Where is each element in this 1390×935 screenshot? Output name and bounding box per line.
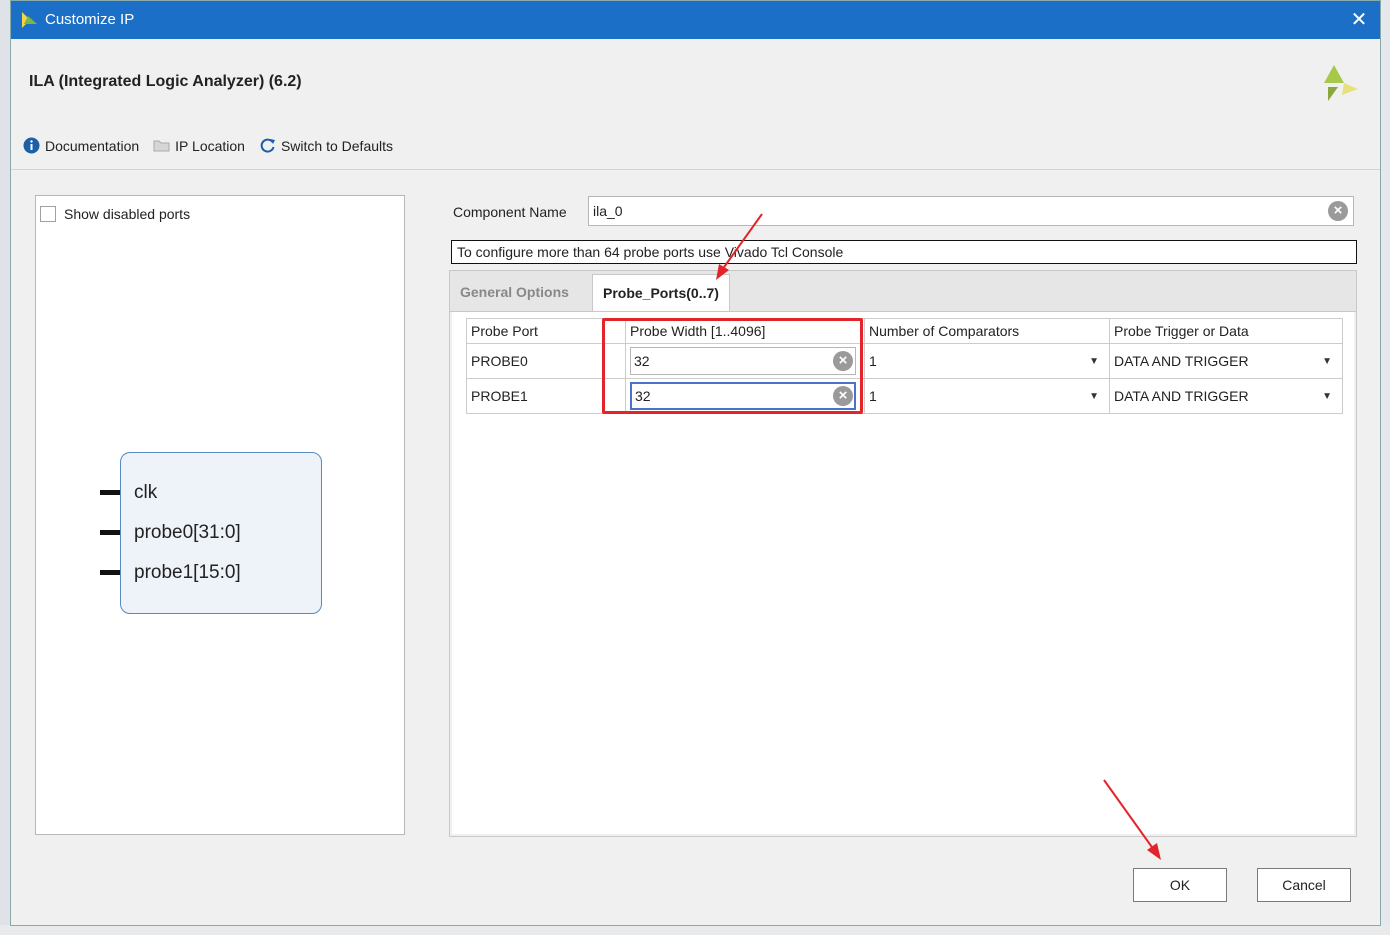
trigger-dropdown[interactable]: DATA AND TRIGGER ▼ bbox=[1114, 347, 1338, 375]
ok-button[interactable]: OK bbox=[1133, 868, 1227, 902]
column-header-probe-port: Probe Port bbox=[466, 318, 626, 344]
probe-table-area: Probe Port Probe Width [1..4096] Number … bbox=[452, 312, 1354, 834]
ip-location-label: IP Location bbox=[175, 137, 245, 154]
info-icon bbox=[23, 137, 40, 154]
comparators-cell[interactable]: 1 ▼ bbox=[864, 343, 1110, 379]
probe-port-cell: PROBE0 bbox=[466, 343, 626, 379]
xilinx-logo-icon bbox=[1324, 65, 1358, 101]
toolbar-separator bbox=[11, 169, 1380, 170]
probe-width-value: 32 bbox=[634, 353, 650, 369]
component-name-label: Component Name bbox=[453, 204, 567, 220]
toolbar: Documentation IP Location Switch to Defa… bbox=[23, 137, 393, 154]
trigger-cell[interactable]: DATA AND TRIGGER ▼ bbox=[1109, 343, 1343, 379]
column-header-comparators: Number of Comparators bbox=[864, 318, 1110, 344]
ip-title: ILA (Integrated Logic Analyzer) (6.2) bbox=[29, 73, 302, 90]
background-window-right bbox=[1380, 0, 1390, 935]
probe-port-cell: PROBE1 bbox=[466, 378, 626, 414]
title-bar: Customize IP ✕ bbox=[11, 1, 1380, 39]
probe-width-input[interactable]: 32 × bbox=[630, 382, 856, 410]
component-name-value: ila_0 bbox=[593, 203, 623, 219]
show-disabled-ports-label: Show disabled ports bbox=[64, 206, 191, 222]
background-window-left bbox=[0, 0, 10, 935]
pin-label-probe1: probe1[15:0] bbox=[134, 562, 241, 583]
trigger-value: DATA AND TRIGGER bbox=[1114, 353, 1249, 369]
window-title: Customize IP bbox=[45, 11, 135, 28]
dropdown-arrow-icon: ▼ bbox=[1322, 355, 1332, 367]
symbol-panel: Show disabled ports clk probe0[31:0] pro… bbox=[35, 195, 405, 835]
dropdown-arrow-icon: ▼ bbox=[1322, 390, 1332, 402]
clear-icon[interactable]: × bbox=[833, 386, 853, 406]
table-header-row: Probe Port Probe Width [1..4096] Number … bbox=[466, 318, 1343, 344]
show-disabled-ports-checkbox[interactable] bbox=[40, 206, 56, 222]
close-icon[interactable]: ✕ bbox=[1348, 9, 1370, 31]
probe-table: Probe Port Probe Width [1..4096] Number … bbox=[466, 318, 1343, 414]
column-header-trigger: Probe Trigger or Data bbox=[1109, 318, 1343, 344]
comparators-value: 1 bbox=[869, 353, 877, 369]
pin-label-clk: clk bbox=[134, 482, 158, 503]
tab-general-options[interactable]: General Options bbox=[450, 274, 579, 311]
table-row: PROBE1 32 × 1 ▼ DATA AND TRIGGER ▼ bbox=[466, 378, 1343, 414]
vivado-logo-icon bbox=[22, 12, 37, 28]
ip-location-button[interactable]: IP Location bbox=[153, 137, 245, 154]
background-window-bottom bbox=[0, 925, 1390, 935]
comparators-dropdown[interactable]: 1 ▼ bbox=[869, 347, 1105, 375]
folder-icon bbox=[153, 137, 170, 154]
comparators-dropdown[interactable]: 1 ▼ bbox=[869, 382, 1105, 410]
dropdown-arrow-icon: ▼ bbox=[1089, 390, 1099, 402]
switch-to-defaults-button[interactable]: Switch to Defaults bbox=[259, 137, 393, 154]
documentation-label: Documentation bbox=[45, 137, 140, 154]
customize-ip-dialog: Customize IP ✕ ILA (Integrated Logic Ana… bbox=[10, 0, 1381, 926]
switch-to-defaults-label: Switch to Defaults bbox=[280, 137, 394, 154]
tab-probe-ports[interactable]: Probe_Ports(0..7) bbox=[592, 274, 730, 311]
trigger-value: DATA AND TRIGGER bbox=[1114, 388, 1249, 404]
pin-stub bbox=[100, 530, 120, 535]
tab-strip: General Options Probe_Ports(0..7) bbox=[450, 271, 1356, 312]
dropdown-arrow-icon: ▼ bbox=[1089, 355, 1099, 367]
refresh-icon bbox=[259, 137, 276, 154]
clear-icon[interactable]: × bbox=[833, 351, 853, 371]
table-row: PROBE0 32 × 1 ▼ DATA AND TRIGGER ▼ bbox=[466, 343, 1343, 379]
documentation-button[interactable]: Documentation bbox=[23, 137, 139, 154]
pin-stub bbox=[100, 570, 120, 575]
tab-panel: General Options Probe_Ports(0..7) Probe … bbox=[449, 270, 1357, 837]
pin-label-probe0: probe0[31:0] bbox=[134, 522, 241, 543]
pin-stub bbox=[100, 490, 120, 495]
column-header-probe-width: Probe Width [1..4096] bbox=[625, 318, 865, 344]
show-disabled-ports-row[interactable]: Show disabled ports bbox=[40, 206, 190, 222]
cancel-button[interactable]: Cancel bbox=[1257, 868, 1351, 902]
trigger-cell[interactable]: DATA AND TRIGGER ▼ bbox=[1109, 378, 1343, 414]
comparators-value: 1 bbox=[869, 388, 877, 404]
probe-width-cell: 32 × bbox=[625, 343, 865, 379]
component-name-input[interactable]: ila_0 × bbox=[588, 196, 1354, 226]
probe-width-cell: 32 × bbox=[625, 378, 865, 414]
trigger-dropdown[interactable]: DATA AND TRIGGER ▼ bbox=[1114, 382, 1338, 410]
info-banner: To configure more than 64 probe ports us… bbox=[451, 240, 1357, 264]
clear-icon[interactable]: × bbox=[1328, 201, 1348, 221]
comparators-cell[interactable]: 1 ▼ bbox=[864, 378, 1110, 414]
probe-width-input[interactable]: 32 × bbox=[630, 347, 856, 375]
probe-width-value: 32 bbox=[635, 388, 651, 404]
